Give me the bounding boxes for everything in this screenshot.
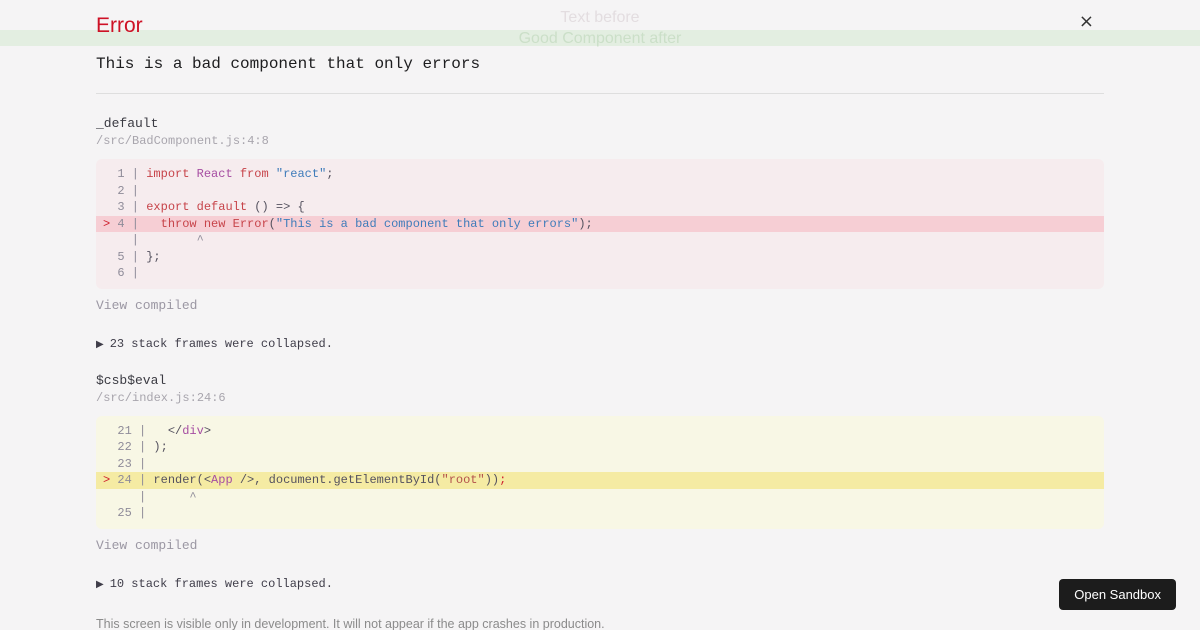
code-frame-index: 21 | </div> 22 | ); 23 | > 24 | render(<A… (96, 415, 1104, 529)
collapsed-stack-frames-label: 23 stack frames were collapsed. (109, 336, 333, 351)
close-icon[interactable]: × (1079, 13, 1094, 31)
code-line: | ^ (103, 489, 197, 504)
collapsed-stack-frames-toggle[interactable]: ▶ 10 stack frames were collapsed. (96, 577, 1104, 591)
view-compiled-link[interactable]: View compiled (96, 538, 1104, 553)
frame-file-path: /src/BadComponent.js:4:8 (96, 134, 269, 148)
code-line: 3 | export default () => { (103, 200, 305, 214)
code-line: 5 | }; (103, 249, 161, 264)
expand-triangle-icon: ▶ (96, 339, 104, 351)
frame-file-path: /src/index.js:24:6 (96, 390, 226, 405)
footer-line: This screen is visible only in developme… (96, 616, 605, 630)
collapsed-stack-frames-label: 10 stack frames were collapsed. (109, 576, 333, 591)
error-message: This is a bad component that only errors (96, 55, 481, 73)
footer-notes: This screen is visible only in developme… (96, 616, 1104, 630)
error-overlay: Error This is a bad component that only … (96, 14, 1104, 630)
code-line: 2 | (103, 183, 140, 198)
code-line: | ^ (103, 233, 204, 247)
code-line: 21 | </div> (103, 423, 212, 438)
divider (96, 93, 1104, 94)
expand-triangle-icon: ▶ (96, 579, 104, 591)
code-line: 23 | (103, 456, 147, 471)
collapsed-stack-frames-toggle[interactable]: ▶ 23 stack frames were collapsed. (96, 337, 1104, 351)
code-line: 6 | (103, 266, 140, 280)
code-frame-bad-component: 1 | import React from "react"; 2 | 3 | e… (96, 159, 1104, 289)
code-line: 1 | import React from "react"; (103, 167, 334, 181)
highlighted-code-line: > 24 | render(<App />, document.getEleme… (96, 472, 1104, 489)
code-line: 25 | (103, 506, 147, 520)
code-line: 22 | ); (103, 440, 168, 454)
highlighted-code-line: > 4 | throw new Error("This is a bad com… (96, 215, 1104, 232)
frame-function-name: $csb$eval (96, 372, 167, 388)
open-sandbox-button[interactable]: Open Sandbox (1059, 579, 1176, 610)
frame-function-name: _default (96, 116, 159, 131)
view-compiled-link[interactable]: View compiled (96, 298, 1104, 313)
error-title: Error (96, 14, 143, 37)
